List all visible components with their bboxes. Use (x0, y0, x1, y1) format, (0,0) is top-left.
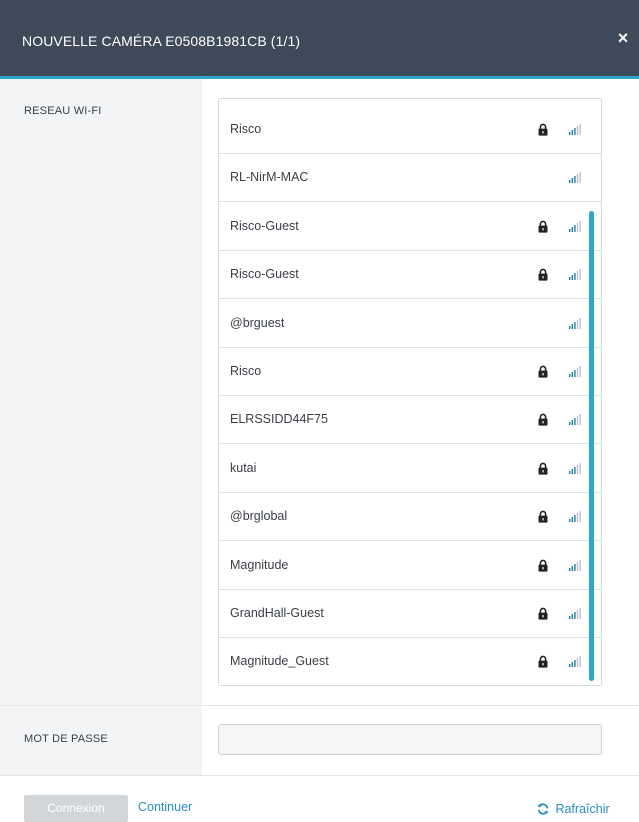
password-field[interactable] (218, 724, 602, 755)
signal-icon (569, 220, 581, 232)
signal-icon (569, 317, 581, 329)
continue-link[interactable]: Continuer (138, 800, 192, 814)
wifi-network-item[interactable]: Risco (219, 106, 601, 154)
signal-icon (569, 608, 581, 619)
refresh-button[interactable]: Rafraîchir (537, 800, 610, 816)
form-label-column (0, 79, 202, 775)
lock-icon (538, 462, 548, 475)
lock-icon (538, 220, 548, 233)
wifi-list-scrollbar[interactable] (589, 211, 594, 681)
wifi-network-list[interactable]: Risco RL-NirM-MAC Risco-Guest Risco-Guest @b… (218, 98, 602, 686)
lock-icon (538, 559, 548, 572)
wifi-network-name: kutai (230, 460, 257, 475)
signal-icon (569, 124, 581, 135)
wifi-network-label: RESEAU WI-FI (24, 105, 102, 117)
footer-divider (0, 775, 639, 776)
signal-icon (569, 559, 581, 571)
lock-icon (538, 123, 548, 136)
wifi-network-item[interactable]: @brguest (219, 299, 601, 348)
wifi-network-name: RL-NirM-MAC (230, 170, 309, 185)
refresh-icon (537, 803, 549, 815)
wifi-network-name: @brglobal (230, 509, 288, 524)
signal-icon (569, 462, 581, 474)
signal-icon (569, 414, 581, 426)
wifi-network-item[interactable]: Risco-Guest (219, 202, 601, 251)
signal-icon (569, 172, 581, 184)
section-divider (0, 705, 639, 706)
connect-button[interactable]: Connexion (24, 795, 128, 822)
refresh-label: Rafraîchir (555, 801, 610, 816)
wifi-network-item[interactable]: RL-NirM-MAC (219, 154, 601, 203)
lock-icon (538, 365, 548, 378)
signal-icon (569, 366, 581, 377)
close-icon[interactable]: × (615, 28, 631, 48)
signal-icon (569, 656, 581, 668)
wifi-network-item[interactable]: ELRSSIDD44F75 (219, 396, 601, 445)
wifi-network-name: ELRSSIDD44F75 (230, 412, 328, 427)
wifi-network-name: Risco (230, 364, 262, 378)
lock-icon (538, 268, 548, 281)
wifi-network-name: Magnitude (230, 557, 289, 572)
wifi-network-name: @brguest (230, 315, 285, 330)
password-label: MOT DE PASSE (24, 733, 108, 745)
wifi-network-name: Risco-Guest (230, 267, 299, 282)
lock-icon (538, 607, 548, 620)
wifi-network-item[interactable]: Risco (219, 348, 601, 396)
wifi-network-name: Risco (230, 122, 262, 136)
lock-icon (538, 510, 548, 523)
dialog-title: NOUVELLE CAMÉRA E0508B1981CB (1/1) (22, 33, 301, 49)
wifi-network-item[interactable]: kutai (219, 444, 601, 493)
wifi-network-name: GrandHall-Guest (230, 606, 324, 620)
signal-icon (569, 269, 581, 281)
signal-icon (569, 511, 581, 523)
wifi-network-item[interactable]: Risco-Guest (219, 251, 601, 300)
lock-icon (538, 414, 548, 426)
wifi-network-item[interactable]: GrandHall-Guest (219, 590, 601, 638)
wifi-network-item[interactable]: @brglobal (219, 493, 601, 542)
dialog-header: NOUVELLE CAMÉRA E0508B1981CB (1/1) × (0, 0, 639, 79)
wifi-network-name: Risco-Guest (230, 218, 299, 233)
lock-icon (538, 656, 548, 668)
wifi-network-item[interactable]: Magnitude_Guest (219, 638, 601, 685)
wifi-network-item[interactable]: Magnitude (219, 541, 601, 590)
wifi-network-name: Magnitude_Guest (230, 654, 329, 669)
